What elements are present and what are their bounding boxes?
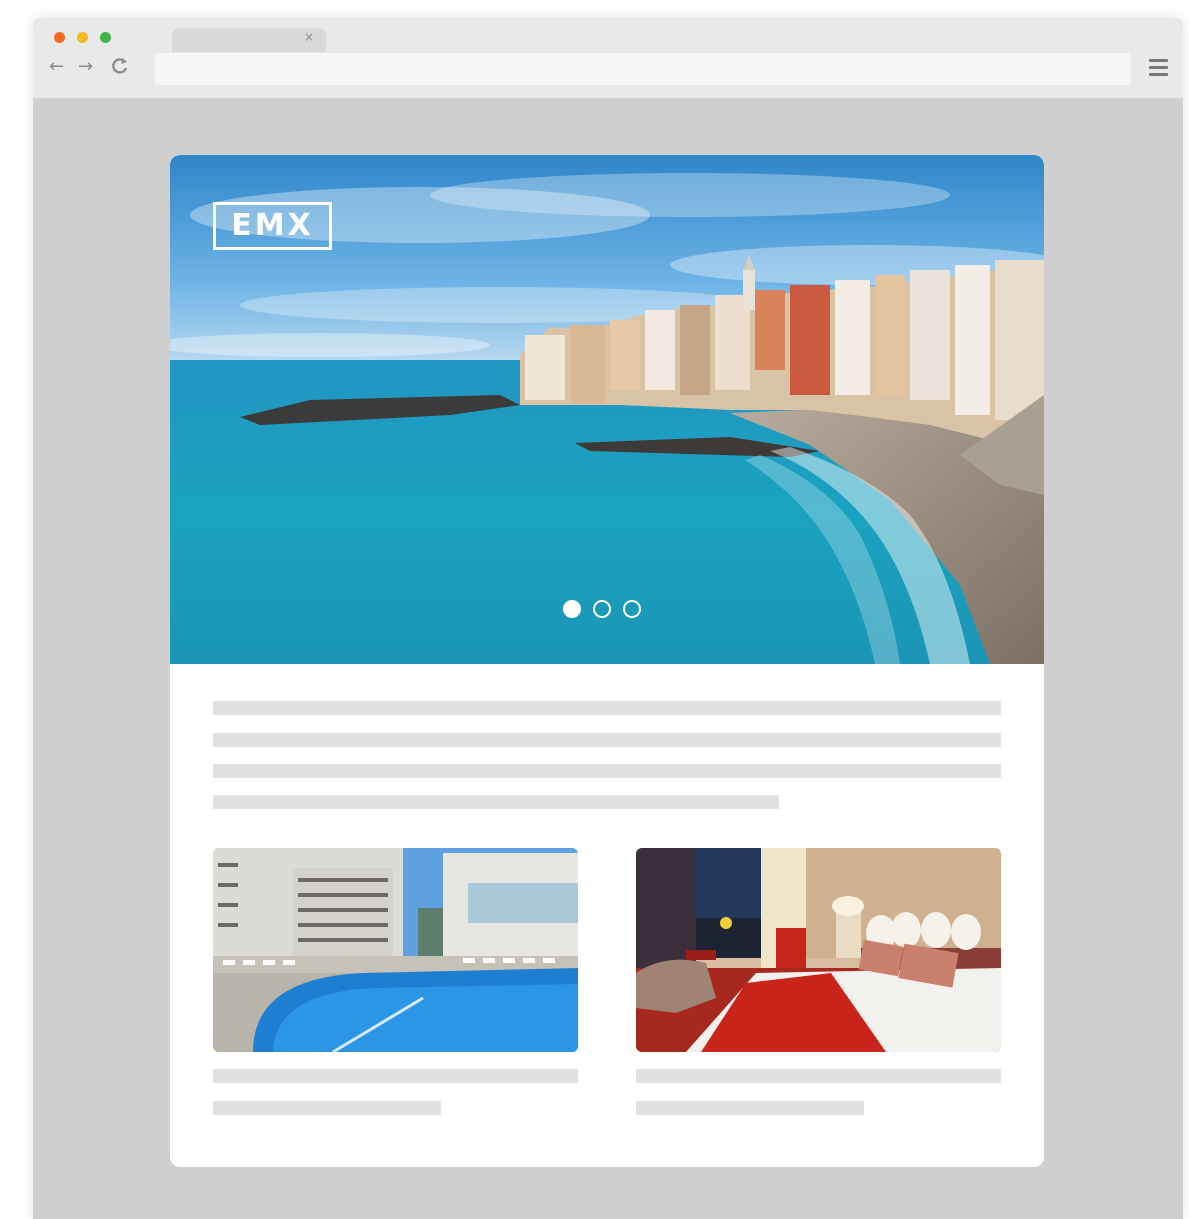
browser-tab[interactable]: × bbox=[172, 28, 326, 52]
browser-chrome: × ← → bbox=[33, 18, 1183, 99]
forward-arrow-icon[interactable]: → bbox=[78, 56, 93, 78]
text-placeholder-line bbox=[213, 795, 779, 809]
caption-placeholder-line bbox=[213, 1069, 578, 1083]
page-viewport: EMX bbox=[33, 99, 1183, 1219]
text-placeholder-line bbox=[213, 764, 1001, 778]
hotel-room-image[interactable] bbox=[636, 848, 1001, 1052]
browser-window: × ← → EMX bbox=[33, 18, 1183, 1219]
caption-placeholder-line bbox=[636, 1101, 864, 1115]
caption-placeholder-line bbox=[213, 1101, 441, 1115]
carousel-dot-3[interactable] bbox=[623, 600, 641, 618]
carousel-pagination bbox=[563, 600, 641, 618]
back-arrow-icon[interactable]: ← bbox=[49, 56, 64, 78]
text-placeholder-line bbox=[213, 701, 1001, 715]
carousel-dot-1[interactable] bbox=[563, 600, 581, 618]
close-dot-icon[interactable] bbox=[54, 32, 65, 43]
carousel-dot-2[interactable] bbox=[593, 600, 611, 618]
tab-close-icon[interactable]: × bbox=[304, 30, 314, 44]
hotel-pool-image[interactable] bbox=[213, 848, 578, 1052]
hero-banner: EMX bbox=[170, 155, 1044, 664]
hamburger-menu-icon[interactable] bbox=[1149, 59, 1168, 78]
email-card: EMX bbox=[170, 155, 1044, 1167]
reload-icon[interactable] bbox=[111, 56, 129, 82]
text-placeholder-line bbox=[213, 733, 1001, 747]
address-bar[interactable] bbox=[155, 53, 1131, 85]
maximize-dot-icon[interactable] bbox=[100, 32, 111, 43]
emx-logo: EMX bbox=[213, 202, 332, 250]
caption-placeholder-line bbox=[636, 1069, 1001, 1083]
minimize-dot-icon[interactable] bbox=[77, 32, 88, 43]
